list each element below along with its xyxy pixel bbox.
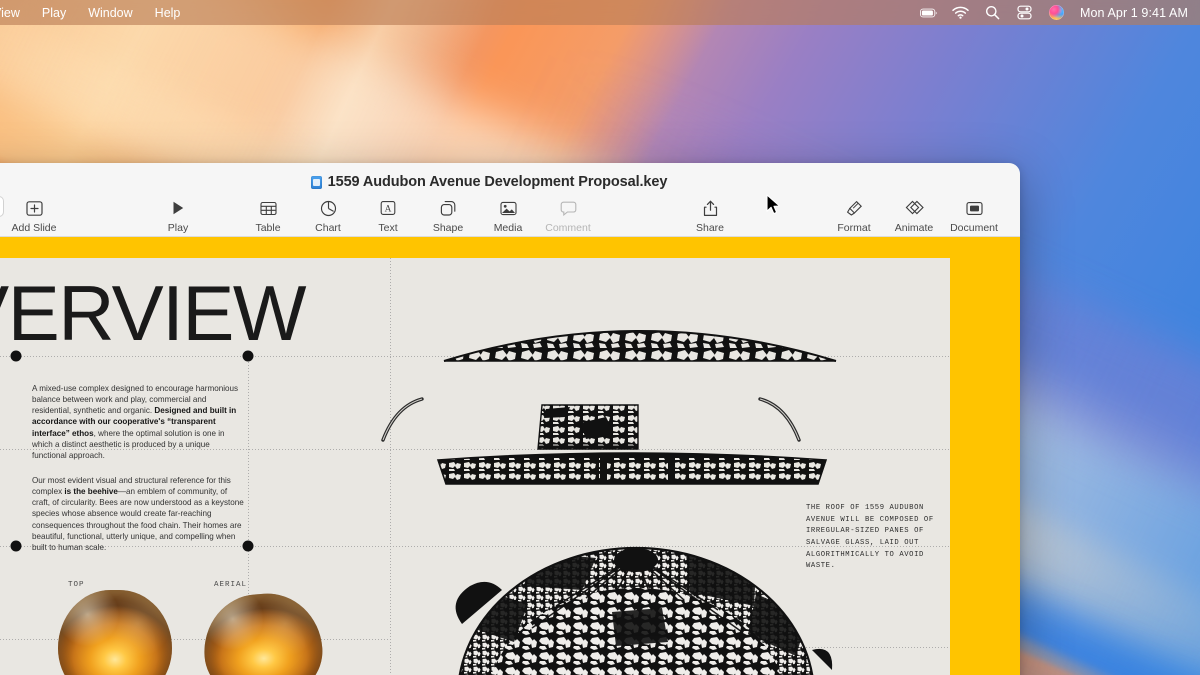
text-label: Text <box>378 222 398 234</box>
left-strut-drawing[interactable] <box>378 396 426 444</box>
keynote-window: 1559 Audubon Avenue Development Proposal… <box>0 163 1020 675</box>
window-title-row: 1559 Audubon Avenue Development Proposal… <box>0 163 1020 193</box>
svg-text:A: A <box>385 205 392 215</box>
document-icon <box>965 198 983 218</box>
add-slide-label: Add Slide <box>11 222 57 234</box>
view-label-aerial: AERIAL <box>214 581 248 589</box>
insert-tools-group: Table Chart A Text Shape Media Comment <box>238 196 598 234</box>
media-button[interactable]: Media <box>478 196 538 234</box>
menu-item-view[interactable]: View <box>0 4 31 22</box>
media-icon <box>499 198 517 218</box>
voronoi-dome-drawing[interactable] <box>436 546 836 675</box>
chart-button[interactable]: Chart <box>298 196 358 234</box>
format-label: Format <box>837 222 871 234</box>
share-icon <box>703 198 718 218</box>
document-label: Document <box>950 222 998 234</box>
share-label: Share <box>695 222 725 234</box>
menu-bar-status-items: Mon Apr 1 9:41 AM <box>920 4 1200 22</box>
menu-bar-clock[interactable]: Mon Apr 1 9:41 AM <box>1080 6 1188 20</box>
add-slide-button[interactable]: Add Slide <box>4 196 64 234</box>
table-icon <box>259 198 277 218</box>
base-platform-drawing[interactable] <box>432 450 832 486</box>
selection-handle[interactable] <box>242 540 254 552</box>
wifi-icon[interactable] <box>952 4 970 22</box>
text-icon: A <box>380 198 396 218</box>
menu-bar-items: View Play Window Help <box>0 4 191 22</box>
view-label-top: TOP <box>68 581 85 589</box>
animate-button[interactable]: Animate <box>884 196 944 234</box>
point-body-2-bold: is the beehive <box>64 487 118 497</box>
share-button[interactable]: Share <box>680 196 740 234</box>
chart-label: Chart <box>315 222 341 234</box>
guide-line <box>390 258 391 675</box>
search-icon[interactable] <box>984 4 1002 22</box>
siri-icon[interactable] <box>1048 4 1066 22</box>
format-button[interactable]: Format <box>824 196 884 234</box>
right-strut-drawing[interactable] <box>756 396 804 444</box>
point-body-1[interactable]: A mixed-use complex designed to encourag… <box>32 383 244 461</box>
point-body-2[interactable]: Our most evident visual and structural r… <box>32 475 244 553</box>
table-label: Table <box>255 222 281 234</box>
add-slide-icon <box>25 198 43 218</box>
slide-heading[interactable]: OVERVIEW <box>0 274 306 352</box>
play-label: Play <box>167 222 189 234</box>
slide-canvas-area: OVERVIEW 1 A mixed-use complex designed … <box>0 237 1020 675</box>
table-button[interactable]: Table <box>238 196 298 234</box>
battery-icon[interactable] <box>920 4 938 22</box>
point-body-2-outro: —an emblem of community, of craft, of ci… <box>32 487 244 552</box>
shape-label: Shape <box>432 222 464 234</box>
dome-elevation-drawing[interactable] <box>440 313 840 363</box>
format-icon <box>846 198 863 218</box>
menu-item-window[interactable]: Window <box>77 4 143 22</box>
window-titlebar: 1559 Audubon Avenue Development Proposal… <box>0 163 1020 237</box>
selection-handle[interactable] <box>10 540 22 552</box>
animate-icon <box>905 198 924 218</box>
animate-label: Animate <box>894 222 934 234</box>
core-block-drawing[interactable] <box>536 403 644 451</box>
macos-menu-bar: View Play Window Help <box>0 0 1200 25</box>
play-button[interactable]: Play <box>148 196 208 234</box>
comment-label: Comment <box>545 222 591 234</box>
media-label: Media <box>493 222 523 234</box>
comment-icon <box>560 198 577 218</box>
window-title[interactable]: 1559 Audubon Avenue Development Proposal… <box>328 174 668 190</box>
menu-item-help[interactable]: Help <box>144 4 192 22</box>
mouse-cursor <box>766 194 782 216</box>
comment-button[interactable]: Comment <box>538 196 598 234</box>
keynote-toolbar: m Add Slide Play <box>0 193 1020 237</box>
control-center-icon[interactable] <box>1016 4 1034 22</box>
amber-dome-top-render[interactable] <box>58 590 172 675</box>
document-button[interactable]: Document <box>944 196 1004 234</box>
chart-icon <box>320 198 337 218</box>
menu-item-play[interactable]: Play <box>31 4 77 22</box>
play-icon <box>170 198 186 218</box>
shape-icon <box>440 198 457 218</box>
text-button[interactable]: A Text <box>358 196 418 234</box>
amber-dome-aerial-render[interactable] <box>200 590 326 675</box>
slide[interactable]: OVERVIEW 1 A mixed-use complex designed … <box>0 258 950 675</box>
keynote-document-icon <box>310 175 322 189</box>
shape-button[interactable]: Shape <box>418 196 478 234</box>
